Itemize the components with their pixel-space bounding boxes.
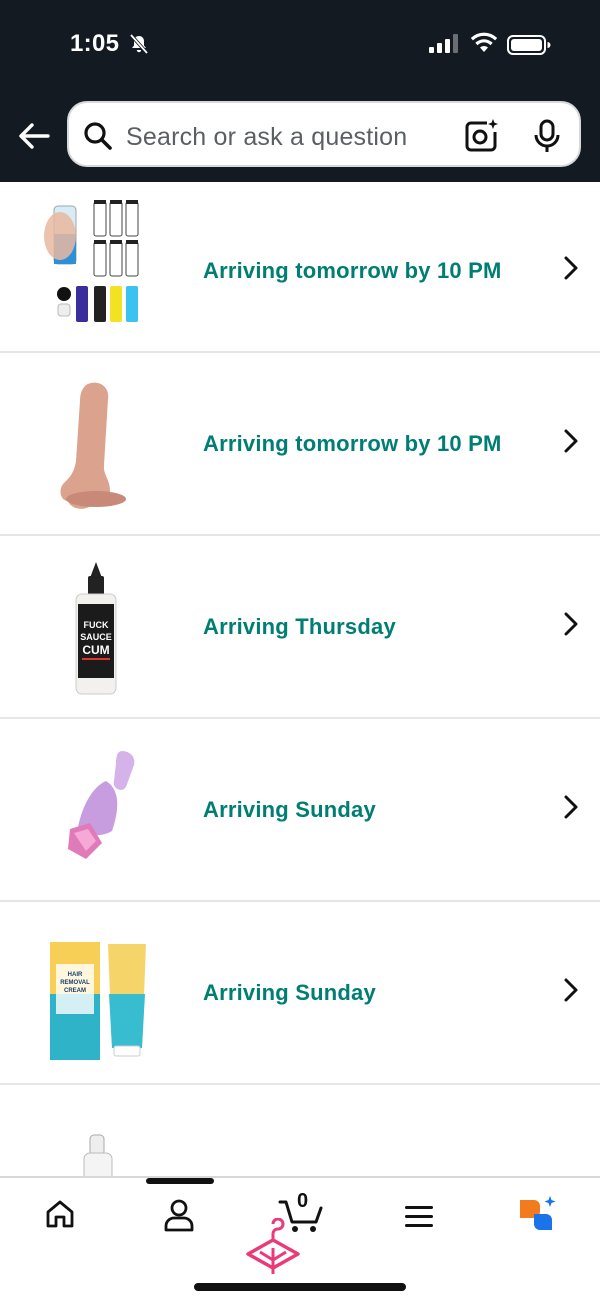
camera-lens-icon[interactable] bbox=[463, 118, 499, 154]
status-time: 1:05 bbox=[70, 30, 120, 57]
bottle-label-line: CUM bbox=[82, 643, 109, 657]
search-icon bbox=[84, 122, 112, 150]
search-placeholder: Search or ask a question bbox=[126, 123, 408, 151]
order-row[interactable]: HAIR REMOVAL CREAM Arriving Sunday bbox=[0, 902, 600, 1085]
order-row[interactable]: Arriving tomorrow by 10 PM bbox=[0, 353, 600, 536]
product-thumbnail: HAIR REMOVAL CREAM bbox=[50, 942, 146, 1060]
cream-label-line: REMOVAL bbox=[60, 980, 90, 986]
chevron-right-icon bbox=[564, 978, 578, 1002]
delivery-status: Arriving tomorrow by 10 PM bbox=[203, 431, 502, 456]
cream-label-line: HAIR bbox=[68, 972, 83, 978]
bottle-label-line: FUCK bbox=[84, 620, 109, 630]
mic-icon[interactable] bbox=[532, 118, 562, 154]
product-thumbnail bbox=[44, 200, 139, 322]
delivery-status: Arriving Sunday bbox=[203, 980, 376, 1005]
order-row[interactable]: Arriving Sunday bbox=[0, 719, 600, 902]
menu-icon[interactable] bbox=[403, 1202, 435, 1230]
bell-off-icon bbox=[129, 33, 149, 55]
chevron-right-icon bbox=[564, 429, 578, 453]
assistant-icon[interactable] bbox=[516, 1194, 558, 1232]
hanger-icon[interactable] bbox=[244, 1218, 302, 1278]
chevron-right-icon bbox=[564, 612, 578, 636]
order-row-partial[interactable] bbox=[0, 1085, 600, 1185]
chevron-right-icon bbox=[564, 256, 578, 280]
delivery-status: Arriving Thursday bbox=[203, 614, 396, 639]
product-thumbnail: FUCK SAUCE CUM bbox=[75, 562, 117, 695]
delivery-status: Arriving tomorrow by 10 PM bbox=[203, 258, 502, 283]
app-header: 1:05 Search or ask a question bbox=[0, 0, 600, 182]
home-indicator[interactable] bbox=[194, 1283, 406, 1291]
product-thumbnail bbox=[60, 382, 126, 509]
signal-icon bbox=[429, 34, 458, 53]
nav-indicator-bar bbox=[146, 1178, 214, 1184]
account-icon[interactable] bbox=[163, 1198, 195, 1232]
cream-label-line: CREAM bbox=[64, 988, 86, 994]
delivery-status: Arriving Sunday bbox=[203, 797, 376, 822]
chevron-right-icon bbox=[564, 795, 578, 819]
search-input[interactable]: Search or ask a question bbox=[67, 101, 581, 167]
product-thumbnail bbox=[68, 751, 135, 859]
order-row[interactable]: FUCK SAUCE CUM Arriving Thursday bbox=[0, 536, 600, 719]
battery-icon bbox=[507, 35, 551, 55]
home-icon[interactable] bbox=[44, 1198, 76, 1230]
bottom-nav: 0 bbox=[0, 1176, 600, 1301]
cart-count-badge: 0 bbox=[297, 1190, 309, 1212]
back-arrow-icon[interactable] bbox=[14, 118, 54, 154]
bottle-label-line: SAUCE bbox=[80, 632, 112, 642]
wifi-icon bbox=[470, 32, 498, 52]
order-list: Arriving tomorrow by 10 PM Arriving tomo… bbox=[0, 182, 600, 1185]
order-row[interactable]: Arriving tomorrow by 10 PM bbox=[0, 182, 600, 353]
